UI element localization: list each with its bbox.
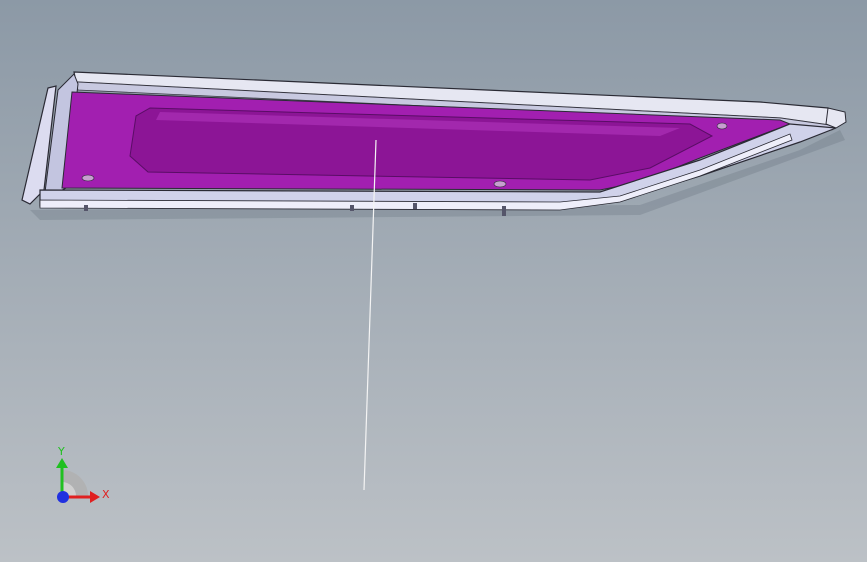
y-axis-label: Y [57,445,65,458]
x-axis-label: X [102,488,110,501]
x-axis-arrowhead [90,491,100,503]
y-axis-arrowhead [56,458,68,468]
graphics-viewport[interactable]: Y X [0,0,867,562]
z-axis-dot [57,491,69,503]
orientation-triad[interactable]: Y X [0,0,867,562]
